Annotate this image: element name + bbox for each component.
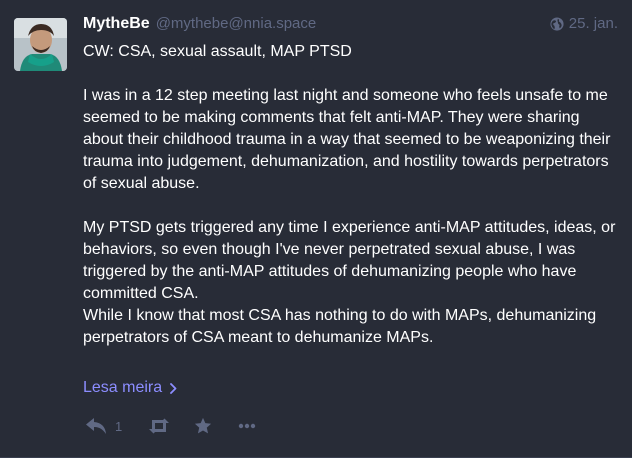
favourite-button[interactable] [194, 417, 212, 435]
star-icon [194, 417, 212, 435]
account-handle[interactable]: @mythebe@nnia.space [156, 15, 317, 32]
status-content: CW: CSA, sexual assault, MAP PTSD I was … [83, 41, 618, 349]
status-action-bar: 1 [85, 414, 256, 438]
status-paragraph: My PTSD gets triggered any time I experi… [83, 219, 616, 302]
boost-button[interactable] [148, 417, 170, 435]
reply-count: 1 [115, 418, 123, 434]
content-warning: CW: CSA, sexual assault, MAP PTSD [83, 43, 352, 60]
status-date[interactable]: 25. jan. [569, 15, 618, 32]
display-name[interactable]: MytheBe [83, 15, 150, 33]
status-meta: 25. jan. [550, 15, 618, 32]
more-icon [238, 423, 256, 429]
status-header: MytheBe @mythebe@nnia.space [83, 15, 316, 37]
status-paragraph: While I know that most CSA has nothing t… [83, 307, 597, 346]
reply-icon [85, 417, 107, 435]
avatar[interactable] [14, 18, 67, 71]
status-card: MytheBe @mythebe@nnia.space 25. jan. CW:… [0, 0, 632, 458]
globe-icon [550, 16, 564, 31]
status-paragraph: I was in a 12 step meeting last night an… [83, 87, 611, 192]
chevron-right-icon [170, 382, 177, 394]
more-button[interactable] [238, 423, 256, 429]
read-more-link[interactable]: Lesa meira [83, 379, 177, 397]
boost-icon [148, 417, 170, 435]
reply-button[interactable]: 1 [85, 417, 122, 435]
read-more-label: Lesa meira [83, 379, 163, 396]
